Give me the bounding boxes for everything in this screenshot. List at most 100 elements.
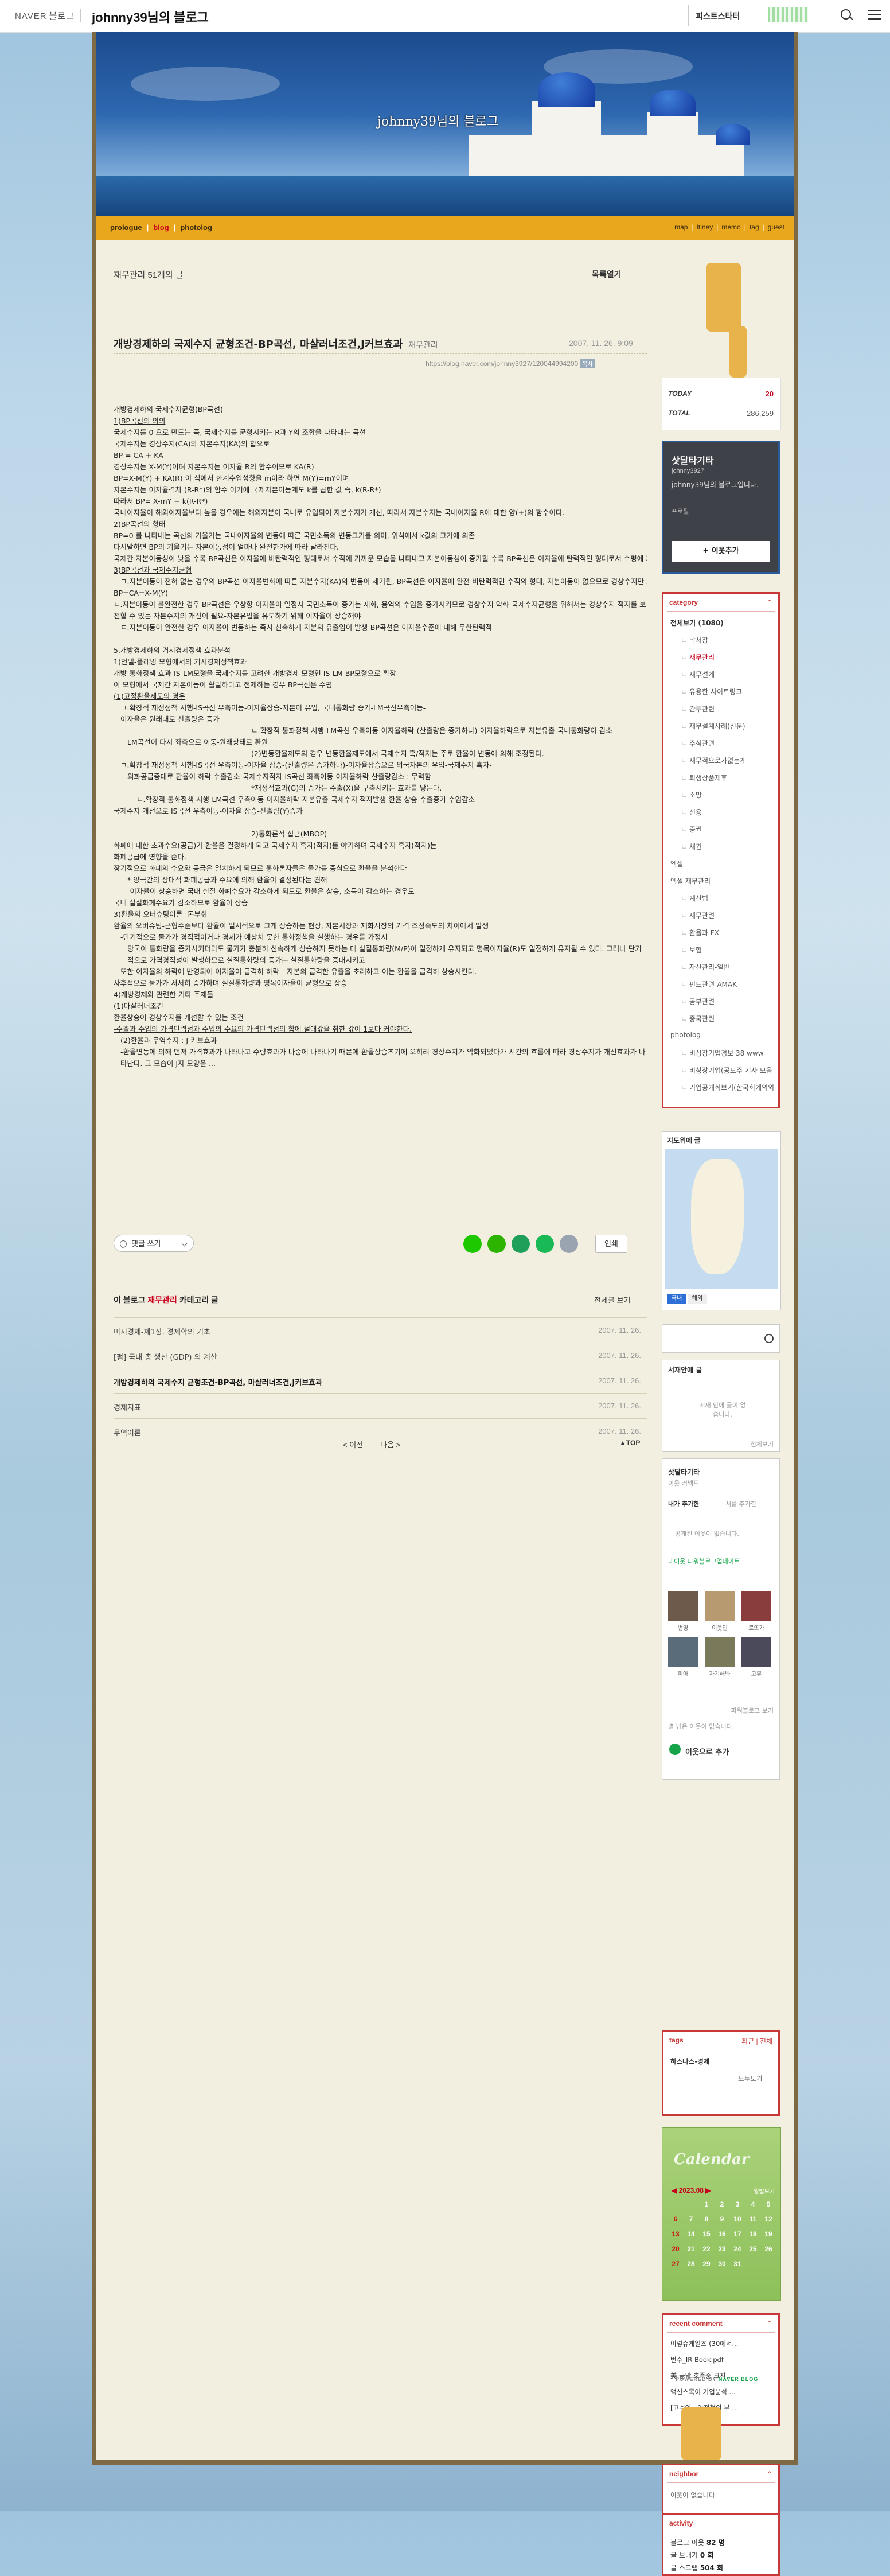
tab-added-by-me[interactable]: 내가 추가한 [668, 1499, 699, 1508]
sidebar-item-category[interactable]: 공부관련 [681, 997, 715, 1006]
sidebar-item-category[interactable]: 재무설계 [681, 670, 715, 679]
calendar-day[interactable]: 9 [715, 2215, 729, 2223]
add-as-neighbor-link[interactable]: 이웃으로 추가 [685, 1746, 729, 1757]
sidebar-item-category[interactable]: 퇴생상품제휴 [681, 773, 727, 783]
sidebar-item-category[interactable]: 소망 [681, 790, 702, 800]
more-share-icon[interactable] [560, 1235, 578, 1253]
calendar-day[interactable]: 5 [761, 2200, 776, 2208]
calendar-day[interactable]: 11 [745, 2215, 760, 2223]
calendar-day[interactable]: 15 [699, 2230, 714, 2238]
copy-url-button[interactable]: 복사 [580, 359, 595, 368]
sidebar-item-category[interactable]: 전체보기 (1080) [670, 618, 724, 628]
neighbor-box-name[interactable]: 삿달타기타 [668, 1467, 700, 1477]
calendar-day[interactable]: 16 [715, 2230, 729, 2238]
search-icon[interactable] [841, 9, 851, 20]
sidebar-item-category[interactable]: 자산관리-일반 [681, 962, 730, 972]
calendar-day[interactable]: 19 [761, 2230, 776, 2238]
share-band-icon[interactable] [487, 1235, 506, 1253]
calendar-day[interactable]: 31 [730, 2260, 745, 2268]
calendar-day[interactable]: 8 [699, 2215, 714, 2223]
share-naver-icon[interactable] [463, 1235, 482, 1253]
blog-title-link[interactable]: johnny39님의 블로그 [92, 7, 209, 26]
sidebar-item-category[interactable]: 계산법 [681, 893, 708, 903]
sidebar-search[interactable] [662, 1324, 780, 1353]
hamburger-menu-icon[interactable] [868, 10, 881, 20]
post-link[interactable]: [펌] 국내 총 생산 (GDP) 의 계산 [114, 1351, 217, 1362]
nav-map[interactable]: map [674, 223, 688, 231]
post-link[interactable]: 무역이론 [114, 1427, 141, 1438]
sidebar-item-category[interactable]: 중국관련 [681, 1014, 715, 1024]
sidebar-item-category[interactable]: 펀드관련-AMAK [681, 979, 737, 989]
calendar-day[interactable]: 17 [730, 2230, 745, 2238]
neighbor-avatar[interactable] [705, 1591, 735, 1621]
print-button[interactable]: 인쇄 [595, 1235, 627, 1253]
neighbor-name[interactable]: 이웃인 [705, 1623, 735, 1632]
sidebar-item-category[interactable]: 기업공개회보기(한국회계의외 [681, 1083, 774, 1092]
calendar-day[interactable]: 13 [668, 2230, 683, 2238]
search-icon[interactable] [764, 1334, 774, 1343]
profile-link[interactable]: 프로필 [672, 507, 689, 516]
neighbor-avatar[interactable] [741, 1637, 771, 1667]
sidebar-item-category[interactable]: 채권 [681, 842, 702, 851]
calendar-day[interactable]: 3 [730, 2200, 745, 2208]
neighbor-name[interactable]: 로또가 [741, 1623, 771, 1632]
nav-memo[interactable]: memo [721, 223, 740, 231]
sidebar-item-category[interactable]: photolog [670, 1031, 701, 1039]
collapse-icon[interactable]: ⌃ [767, 2470, 772, 2478]
header-category[interactable]: 재무관리 [147, 1295, 177, 1305]
sidebar-item-category[interactable]: 환율과 FX [681, 928, 719, 937]
calendar-day[interactable]: 1 [699, 2200, 714, 2208]
sidebar-item-category[interactable]: 유용한 사이트링크 [681, 687, 742, 696]
neighbor-avatar[interactable] [741, 1591, 771, 1621]
sidebar-item-category[interactable]: 낙서장 [681, 635, 708, 645]
sidebar-item-category[interactable]: 세무관련 [681, 910, 715, 920]
neighbor-name[interactable]: 고뮤 [741, 1669, 771, 1678]
sidebar-item-category[interactable]: 보험 [681, 945, 702, 955]
tag-item[interactable]: 하스나스-경제 [670, 2057, 709, 2066]
calendar-day[interactable]: 26 [761, 2245, 776, 2253]
map-domestic-button[interactable]: 국내 [667, 1294, 686, 1304]
calendar-month[interactable]: ◀ 2023.08 ▶ [672, 2186, 711, 2194]
recent-comment-item[interactable]: 이렇슈게일즈 (30에서... [670, 2339, 738, 2348]
neighbor-name[interactable]: 번영 [668, 1623, 698, 1632]
sidebar-item-category[interactable]: 엑셀 재무관리 [670, 876, 711, 886]
top-link[interactable]: ▲TOP [619, 1439, 640, 1447]
calendar-day[interactable]: 21 [684, 2245, 698, 2253]
calendar-day[interactable]: 20 [668, 2245, 683, 2253]
sidebar-item-category[interactable]: 재무관리 [681, 652, 715, 662]
calendar-day[interactable]: 18 [745, 2230, 760, 2238]
recent-comment-item[interactable]: 번수_IR Book.pdf [670, 2355, 724, 2364]
post-link[interactable]: 미시경제-제1장. 경제학의 기초 [114, 1326, 210, 1337]
sidebar-item-category[interactable]: 재무적으로가없는게 [681, 756, 746, 765]
collapse-icon[interactable]: ⌃ [767, 598, 772, 606]
calendar-day[interactable]: 6 [668, 2215, 683, 2223]
share-cafe-icon[interactable] [536, 1235, 554, 1253]
sidebar-item-category[interactable]: 신용 [681, 807, 702, 817]
tags-filter-links[interactable]: 최근 | 전체 [741, 2036, 772, 2046]
nav-guest[interactable]: guest [768, 223, 784, 231]
ad-banner[interactable]: 피스트스타터 [688, 5, 838, 26]
post-link[interactable]: 경제지표 [114, 1402, 141, 1412]
calendar-day[interactable]: 7 [684, 2215, 698, 2223]
naver-blog-logo[interactable]: NAVER 블로그 [13, 10, 75, 22]
calendar-day[interactable]: 22 [699, 2245, 714, 2253]
add-neighbor-button[interactable]: + 이웃추가 [672, 541, 770, 562]
sidebar-item-category[interactable]: 간투관련 [681, 704, 715, 714]
calendar-day[interactable]: 24 [730, 2245, 745, 2253]
list-toggle-button[interactable]: 목록열기 [592, 269, 622, 280]
nav-blog[interactable]: blog [153, 223, 169, 232]
nav-itlney[interactable]: Itlney [697, 223, 713, 231]
sidebar-item-category[interactable]: 비상장기업경보 38 www [681, 1048, 764, 1058]
table-row[interactable]: 개방경제하의 국제수지 균형조건-BP곡선, 마샬러너조건,J커브효과 2007.… [114, 1368, 647, 1394]
view-all-posts-link[interactable]: 전체글 보기 [594, 1294, 630, 1305]
korea-map[interactable] [665, 1149, 778, 1289]
comment-button[interactable]: 댓글 쓰기 [114, 1235, 194, 1252]
sidebar-item-category[interactable]: 재무설계사례(신문) [681, 721, 745, 731]
post-url[interactable]: https://blog.naver.com/johnny3927/120044… [426, 359, 595, 368]
nav-tag[interactable]: tag [750, 223, 759, 231]
sidebar-item-category[interactable]: 주식관련 [681, 738, 715, 748]
collapse-icon[interactable]: ⌃ [767, 2320, 772, 2328]
calendar-day[interactable]: 12 [761, 2215, 776, 2223]
post-title[interactable]: 개방경제하의 국제수지 균형조건-BP곡선, 마샬러너조건,J커브효과 재무관리 [114, 336, 438, 351]
calendar-day[interactable]: 4 [745, 2200, 760, 2208]
